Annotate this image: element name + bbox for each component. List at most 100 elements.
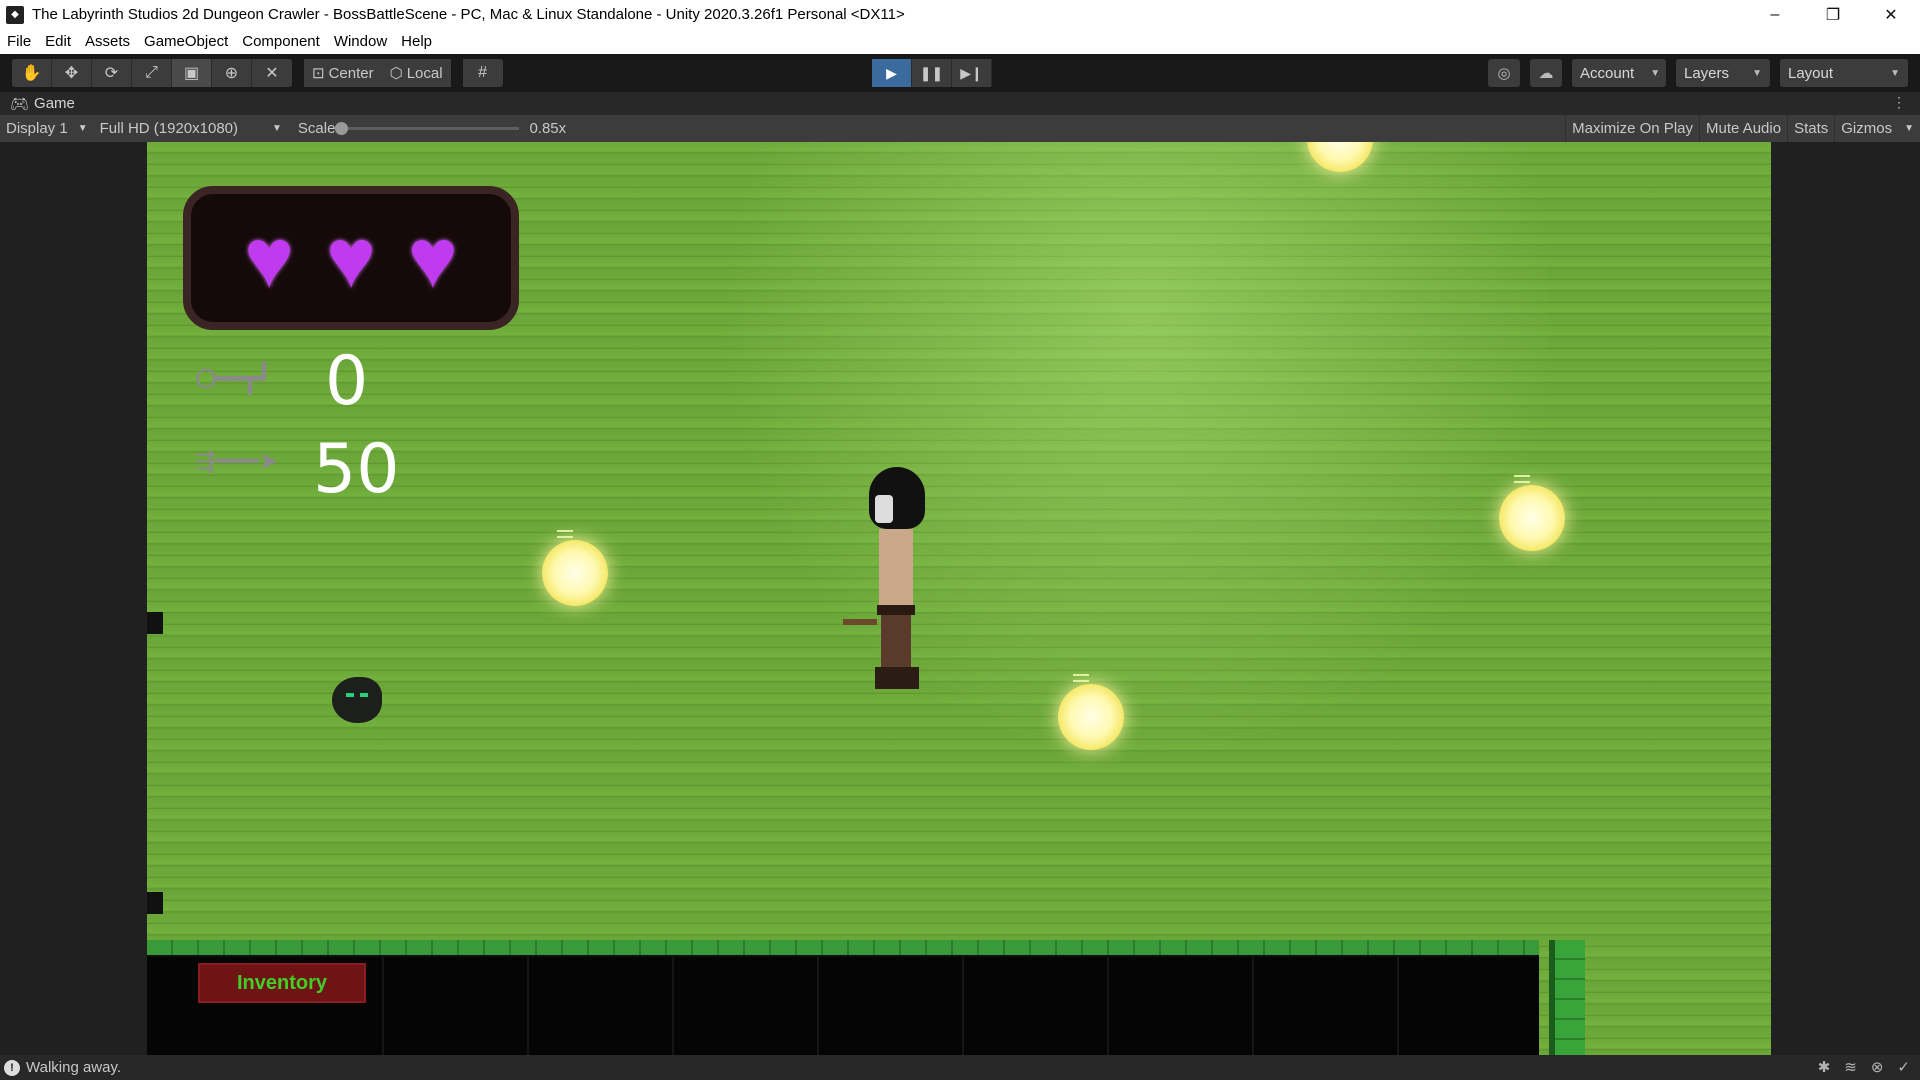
inventory-slot-divider xyxy=(817,957,819,1055)
layout-label: Layout xyxy=(1788,64,1834,82)
heart-icon: ♥ xyxy=(407,211,458,305)
maximize-button[interactable]: ❐ xyxy=(1804,0,1862,29)
move-tool-icon[interactable]: ✥ xyxy=(52,59,92,87)
heart-icon: ♥ xyxy=(326,211,376,305)
player-face xyxy=(875,495,893,523)
player-character xyxy=(843,467,935,692)
scale-slider-thumb[interactable] xyxy=(335,122,349,135)
stats-toggle[interactable]: Stats xyxy=(1787,115,1834,142)
scale-tool-icon[interactable]: ⤢ xyxy=(132,59,172,87)
status-icons: ✱ ≋ ⊗ ✓ xyxy=(1818,1058,1910,1076)
orb-stem xyxy=(1514,475,1530,483)
tab-game-label: Game xyxy=(34,95,75,112)
menu-help[interactable]: Help xyxy=(394,33,439,50)
menu-window[interactable]: Window xyxy=(327,33,394,50)
check-icon[interactable]: ✓ xyxy=(1897,1058,1910,1076)
heart-icon: ♥ xyxy=(244,211,295,305)
pivot-center-label: Center xyxy=(328,64,374,82)
menu-component[interactable]: Component xyxy=(235,33,327,50)
health-panel: ♥ ♥ ♥ xyxy=(183,186,519,330)
key-count: 0 xyxy=(325,342,369,421)
wall-edge xyxy=(147,892,163,914)
resolution-dropdown[interactable]: Full HD (1920x1080) ▼ xyxy=(94,115,288,142)
inventory-slot-divider xyxy=(1252,957,1254,1055)
inventory-slot-divider xyxy=(382,957,384,1055)
player-body xyxy=(879,529,913,609)
wall-edge xyxy=(147,612,163,634)
menu-edit[interactable]: Edit xyxy=(38,33,78,50)
transform-tools: ✋ ✥ ⟳ ⤢ ▣ ⊕ ✕ xyxy=(12,59,292,87)
custom-tool-icon[interactable]: ✕ xyxy=(252,59,292,87)
light-orb xyxy=(1058,684,1124,750)
rect-tool-icon[interactable]: ▣ xyxy=(172,59,212,87)
game-view-options: Maximize On Play Mute Audio Stats Gizmos… xyxy=(1565,115,1920,142)
light-orb xyxy=(1499,485,1565,551)
hand-tool-icon[interactable]: ✋ xyxy=(12,59,52,87)
rotate-tool-icon[interactable]: ⟳ xyxy=(92,59,132,87)
inventory-slot-divider xyxy=(672,957,674,1055)
pivot-center-button[interactable]: ⊡ Center xyxy=(304,59,382,87)
game-view[interactable]: ♥ ♥ ♥ O━━┳┛ 0 ⇶━━━➤ 50 Inventory xyxy=(147,142,1771,1055)
menu-bar: File Edit Assets GameObject Component Wi… xyxy=(0,29,1920,54)
gizmos-toggle[interactable]: Gizmos ▼ xyxy=(1834,115,1920,142)
unity-app-icon: ◆ xyxy=(6,5,24,24)
menu-assets[interactable]: Assets xyxy=(78,33,137,50)
minimize-button[interactable]: – xyxy=(1746,0,1804,29)
status-message[interactable]: Walking away. xyxy=(26,1059,121,1076)
shadow-creature xyxy=(332,677,382,723)
chevron-down-icon: ▼ xyxy=(1650,67,1661,79)
account-dropdown[interactable]: Account ▼ xyxy=(1572,59,1666,87)
more-options-icon[interactable]: ⋮ xyxy=(1892,94,1906,111)
grid-snap-icon[interactable]: # xyxy=(462,59,503,87)
info-icon: ! xyxy=(4,1059,20,1076)
step-button[interactable]: ▶❙ xyxy=(952,59,992,87)
pause-button[interactable]: ❚❚ xyxy=(912,59,952,87)
inventory-label[interactable]: Inventory xyxy=(198,963,366,1003)
key-icon: O━━┳┛ xyxy=(195,363,272,394)
cloud-icon[interactable]: ☁ xyxy=(1530,59,1562,87)
stack-icon[interactable]: ≋ xyxy=(1844,1058,1857,1076)
chevron-down-icon: ▼ xyxy=(1904,123,1914,134)
game-tab-bar: 🎮︎ Game ⋮ xyxy=(0,92,1920,115)
play-controls: ▶ ❚❚ ▶❙ xyxy=(872,59,992,87)
window-title: The Labyrinth Studios 2d Dungeon Crawler… xyxy=(32,6,905,23)
close-button[interactable]: ✕ xyxy=(1862,0,1920,29)
tab-game[interactable]: 🎮︎ Game xyxy=(0,95,75,113)
layout-dropdown[interactable]: Layout ▼ xyxy=(1780,59,1908,87)
gamepad-icon: 🎮︎ xyxy=(10,95,30,113)
pivot-group: ⊡ Center ⬡ Local xyxy=(304,59,451,87)
maximize-on-play-toggle[interactable]: Maximize On Play xyxy=(1565,115,1699,142)
menu-gameobject[interactable]: GameObject xyxy=(137,33,235,50)
transform-tool-icon[interactable]: ⊕ xyxy=(212,59,252,87)
pivot-local-button[interactable]: ⬡ Local xyxy=(381,59,451,87)
display-dropdown[interactable]: Display 1 ▼ xyxy=(0,115,94,142)
chevron-down-icon: ▼ xyxy=(1752,67,1762,79)
inventory-slot-divider xyxy=(527,957,529,1055)
account-label: Account xyxy=(1580,64,1635,82)
creature-eye xyxy=(360,693,368,697)
mute-audio-toggle[interactable]: Mute Audio xyxy=(1699,115,1787,142)
main-toolbar: ✋ ✥ ⟳ ⤢ ▣ ⊕ ✕ ⊡ Center ⬡ Local # ▶ ❚❚ ▶❙ ◎… xyxy=(0,54,1920,92)
collab-icon[interactable]: ◎ xyxy=(1488,59,1520,87)
cube-icon: ⬡ xyxy=(389,65,403,82)
window-controls: – ❐ ✕ xyxy=(1746,0,1920,29)
arrow-count: 50 xyxy=(313,430,400,509)
play-button[interactable]: ▶ xyxy=(872,59,912,87)
scale-slider[interactable] xyxy=(335,122,520,135)
resolution-label: Full HD (1920x1080) xyxy=(99,120,239,137)
inventory-bar: Inventory xyxy=(147,955,1539,1055)
light-orb xyxy=(542,540,608,606)
grid-snap-group: # xyxy=(462,59,503,87)
display-label: Display 1 xyxy=(6,120,68,137)
layers-dropdown[interactable]: Layers ▼ xyxy=(1676,59,1770,87)
bug-icon[interactable]: ✱ xyxy=(1818,1058,1831,1076)
network-icon[interactable]: ⊗ xyxy=(1871,1058,1884,1076)
scale-label: Scale xyxy=(297,120,336,137)
inventory-slot-divider xyxy=(1397,957,1399,1055)
layers-label: Layers xyxy=(1684,64,1730,82)
arrow-icon: ⇶━━━➤ xyxy=(195,448,279,475)
menu-file[interactable]: File xyxy=(0,33,38,50)
pivot-local-label: Local xyxy=(406,64,443,82)
wall-pillar xyxy=(1549,940,1585,1055)
chevron-down-icon: ▼ xyxy=(272,123,282,134)
